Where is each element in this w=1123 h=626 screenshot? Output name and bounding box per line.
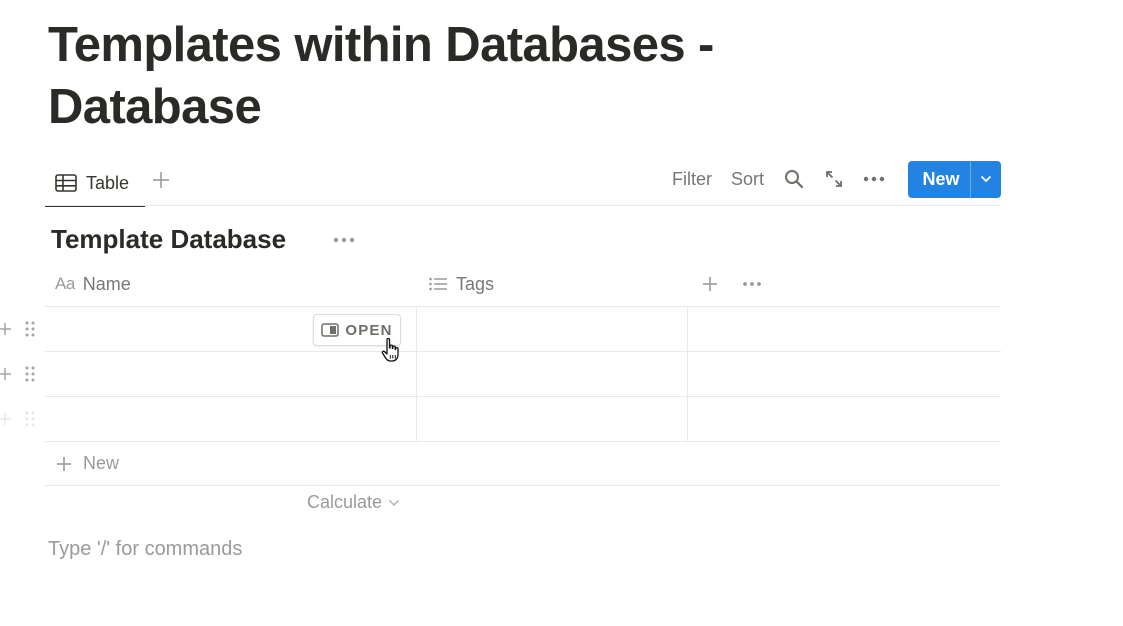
calculate-label: Calculate (307, 492, 383, 512)
tab-table-label: Table (86, 172, 130, 193)
empty-cell[interactable] (688, 307, 1001, 351)
database-title[interactable]: Template Database (51, 222, 286, 256)
list-icon (428, 276, 448, 292)
expand-button[interactable] (823, 168, 845, 190)
column-header-name-label: Name (82, 273, 131, 294)
plus-icon (153, 172, 169, 188)
row-handle[interactable] (0, 408, 40, 430)
tab-table[interactable]: Table (45, 160, 145, 207)
sort-button[interactable]: Sort (731, 169, 764, 190)
column-header-tags-label: Tags (456, 273, 495, 294)
column-header-tags[interactable]: Tags (428, 262, 494, 306)
table-header-row: Aa Name Tags (45, 262, 1001, 307)
view-toolbar: Filter Sort New (672, 160, 1001, 198)
more-icon (863, 176, 885, 182)
view-bar: Table Filter Sort New (45, 160, 1001, 207)
search-button[interactable] (783, 168, 805, 190)
side-peek-icon (321, 323, 340, 337)
drag-handle-icon[interactable] (24, 410, 36, 428)
name-cell[interactable] (45, 352, 417, 396)
name-cell[interactable] (45, 397, 417, 441)
row-handle[interactable] (0, 318, 40, 340)
more-options-button[interactable] (863, 168, 885, 190)
plus-icon[interactable] (0, 367, 12, 381)
notion-page: Templates within Databases - Database Ta… (0, 0, 1123, 626)
column-header-name[interactable]: Aa Name (55, 262, 131, 306)
tags-cell[interactable] (417, 397, 688, 441)
row-handle[interactable] (0, 363, 40, 385)
tags-cell[interactable] (417, 352, 688, 396)
drag-handle-icon[interactable] (24, 320, 36, 338)
page-title[interactable]: Templates within Databases - Database (48, 14, 868, 138)
open-page-button[interactable]: OPEN (313, 314, 401, 346)
filter-button[interactable]: Filter (672, 169, 712, 190)
add-view-button[interactable] (149, 168, 173, 192)
drag-handle-icon[interactable] (24, 365, 36, 383)
tags-cell[interactable] (417, 307, 688, 351)
property-more-button[interactable] (741, 273, 763, 295)
table-row[interactable] (0, 397, 1001, 442)
plus-icon[interactable] (0, 322, 12, 336)
calculate-button[interactable]: Calculate (307, 492, 400, 513)
expand-icon (826, 171, 842, 187)
more-icon (333, 237, 355, 243)
command-placeholder[interactable]: Type '/' for commands (48, 538, 242, 561)
add-property-button[interactable] (699, 273, 721, 295)
plus-icon (57, 456, 71, 471)
table-row[interactable] (0, 352, 1001, 397)
plus-icon[interactable] (0, 412, 12, 426)
text-property-icon: Aa (55, 274, 75, 293)
new-button[interactable]: New (908, 160, 1001, 198)
more-icon (743, 282, 761, 286)
chevron-down-icon (980, 175, 992, 183)
plus-icon (703, 277, 717, 291)
table-icon (55, 174, 77, 192)
view-bar-divider (45, 205, 1001, 206)
open-button-label: OPEN (345, 321, 393, 339)
database-table: Aa Name Tags OPEN New Calculate (0, 262, 1001, 512)
chevron-down-icon (389, 499, 400, 506)
empty-cell[interactable] (688, 397, 1001, 441)
empty-cell[interactable] (688, 352, 1001, 396)
new-button-label: New (922, 168, 960, 189)
table-row[interactable]: OPEN (0, 307, 1001, 362)
search-icon (785, 170, 804, 189)
add-row-button[interactable]: New (45, 442, 1001, 486)
new-button-dropdown[interactable] (970, 160, 1001, 198)
add-row-label: New (83, 453, 120, 473)
database-more-button[interactable] (331, 229, 357, 251)
